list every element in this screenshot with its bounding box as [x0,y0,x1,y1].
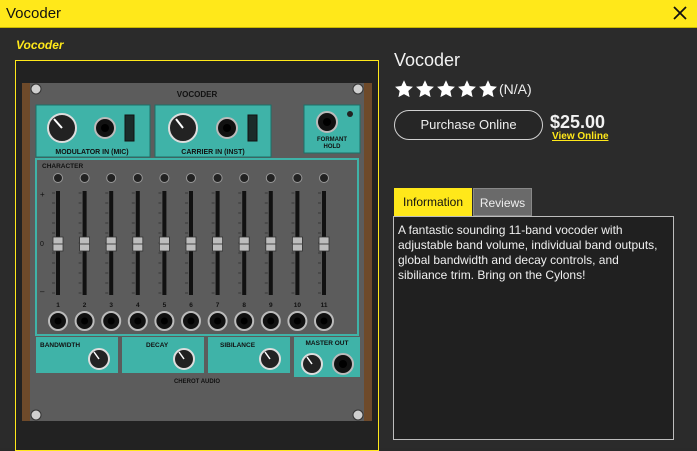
band-number: 7 [216,302,220,309]
window-title: Vocoder [6,5,62,22]
bandwidth-label: BANDWIDTH [40,342,80,349]
star-icon [416,80,434,98]
character-knob [292,173,303,183]
close-icon[interactable] [669,2,691,24]
carrier-led [247,114,258,142]
tab-reviews[interactable]: Reviews [473,188,532,216]
character-knob [132,173,143,183]
description-panel: A fantastic sounding 11-band vocoder wit… [393,216,674,440]
character-knob [239,173,250,183]
master-out-label: MASTER OUT [306,340,349,347]
character-knob [53,173,63,183]
formant-label-2: HOLD [324,144,342,150]
price: $25.00 [550,112,606,132]
character-knob [265,173,276,183]
description-text: A fantastic sounding 11-band vocoder wit… [398,223,658,282]
sibilance-label: SIBILANCE [220,342,256,349]
band-number: 8 [242,302,246,309]
product-name: Vocoder [394,50,461,70]
band-number: 3 [109,302,113,309]
product-subtitle: Vocoder [16,38,64,52]
title-bar: Vocoder [0,0,697,28]
character-knob [159,173,170,183]
vocoder-module-image: VOCODER MODULATOR IN (MIC) CARRIER IN (I… [22,83,372,421]
formant-led [347,111,353,117]
brand-label: CHEROT AUDIO [174,379,220,385]
rating-text: (N/A) [499,81,532,97]
band-number: 2 [83,302,87,309]
star-icon [395,80,413,98]
formant-label-1: FORMANT [317,137,347,143]
plus-label: + [40,190,45,199]
band-number: 11 [321,302,328,309]
modulator-led [124,114,135,142]
carrier-label: CARRIER IN (INST) [181,149,244,156]
star-icon [458,80,476,98]
band-number: 6 [189,302,193,309]
character-knob [79,173,90,183]
product-image-frame: VOCODER MODULATOR IN (MIC) CARRIER IN (I… [15,60,379,451]
character-knob [106,173,117,183]
star-icon [437,80,455,98]
character-knob [212,173,223,183]
purchase-online-button[interactable]: Purchase Online [394,110,543,140]
star-rating [394,78,499,100]
band-number: 4 [136,302,140,309]
star-icon [479,80,497,98]
character-knob [319,173,329,183]
view-online-link[interactable]: View Online [552,131,609,142]
module-title: VOCODER [177,90,218,99]
character-knob [186,173,196,183]
content-area: Vocoder VOCODER MODULATOR IN (MIC) CARRI… [0,28,697,451]
zero-label: 0 [40,241,44,248]
band-number: 1 [56,302,60,309]
tab-information[interactable]: Information [394,188,472,216]
band-number: 9 [269,302,273,309]
band-number: 5 [163,302,167,309]
modulator-label: MODULATOR IN (MIC) [55,149,128,156]
character-label: CHARACTER [42,163,83,170]
decay-label: DECAY [146,342,169,349]
band-number: 10 [294,302,302,309]
minus-label: – [40,287,45,296]
